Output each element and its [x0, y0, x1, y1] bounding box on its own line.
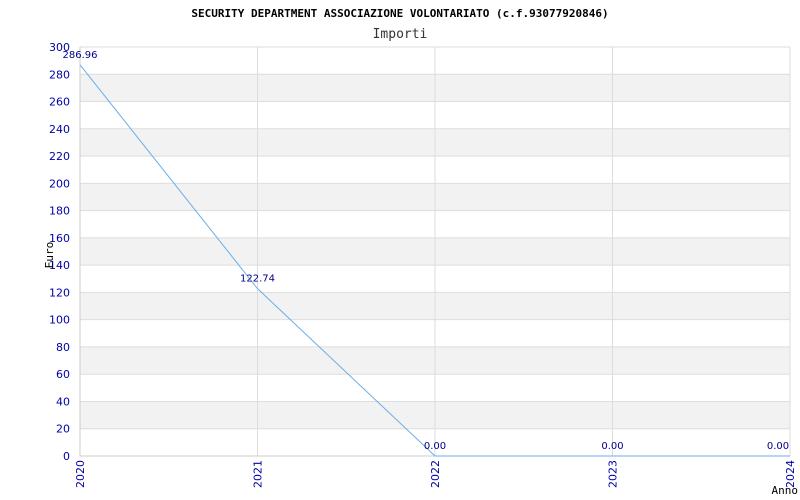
y-tick-label: 100 — [49, 314, 70, 327]
x-tick-label: 2021 — [252, 460, 265, 488]
y-tick-label: 20 — [56, 423, 70, 436]
x-tick-label: 2023 — [607, 460, 620, 488]
y-tick-label: 80 — [56, 341, 70, 354]
chart: SECURITY DEPARTMENT ASSOCIAZIONE VOLONTA… — [0, 0, 800, 500]
y-tick-label: 280 — [49, 68, 70, 81]
y-tick-label: 180 — [49, 205, 70, 218]
line-chart: SECURITY DEPARTMENT ASSOCIAZIONE VOLONTA… — [43, 7, 799, 497]
chart-title: SECURITY DEPARTMENT ASSOCIAZIONE VOLONTA… — [191, 7, 608, 20]
x-tick-label: 2020 — [74, 460, 87, 488]
data-label: 286.96 — [63, 50, 98, 61]
y-tick-label: 200 — [49, 177, 70, 190]
x-axis-label: Anno — [772, 484, 799, 497]
y-tick-label: 60 — [56, 368, 70, 381]
x-tick-label: 2022 — [429, 460, 442, 488]
data-label: 0.00 — [767, 441, 789, 452]
x-axis-ticks: 2020 2021 2022 2023 2024 — [74, 460, 797, 488]
data-label: 0.00 — [601, 441, 623, 452]
y-tick-label: 240 — [49, 123, 70, 136]
y-tick-label: 260 — [49, 96, 70, 109]
y-tick-label: 220 — [49, 150, 70, 163]
chart-subtitle: Importi — [373, 27, 428, 42]
y-tick-label: 120 — [49, 286, 70, 299]
y-axis-label: Euro — [43, 242, 56, 269]
y-tick-label: 40 — [56, 395, 70, 408]
y-tick-label: 0 — [63, 450, 70, 463]
data-label: 0.00 — [424, 441, 446, 452]
data-label: 122.74 — [240, 274, 275, 285]
